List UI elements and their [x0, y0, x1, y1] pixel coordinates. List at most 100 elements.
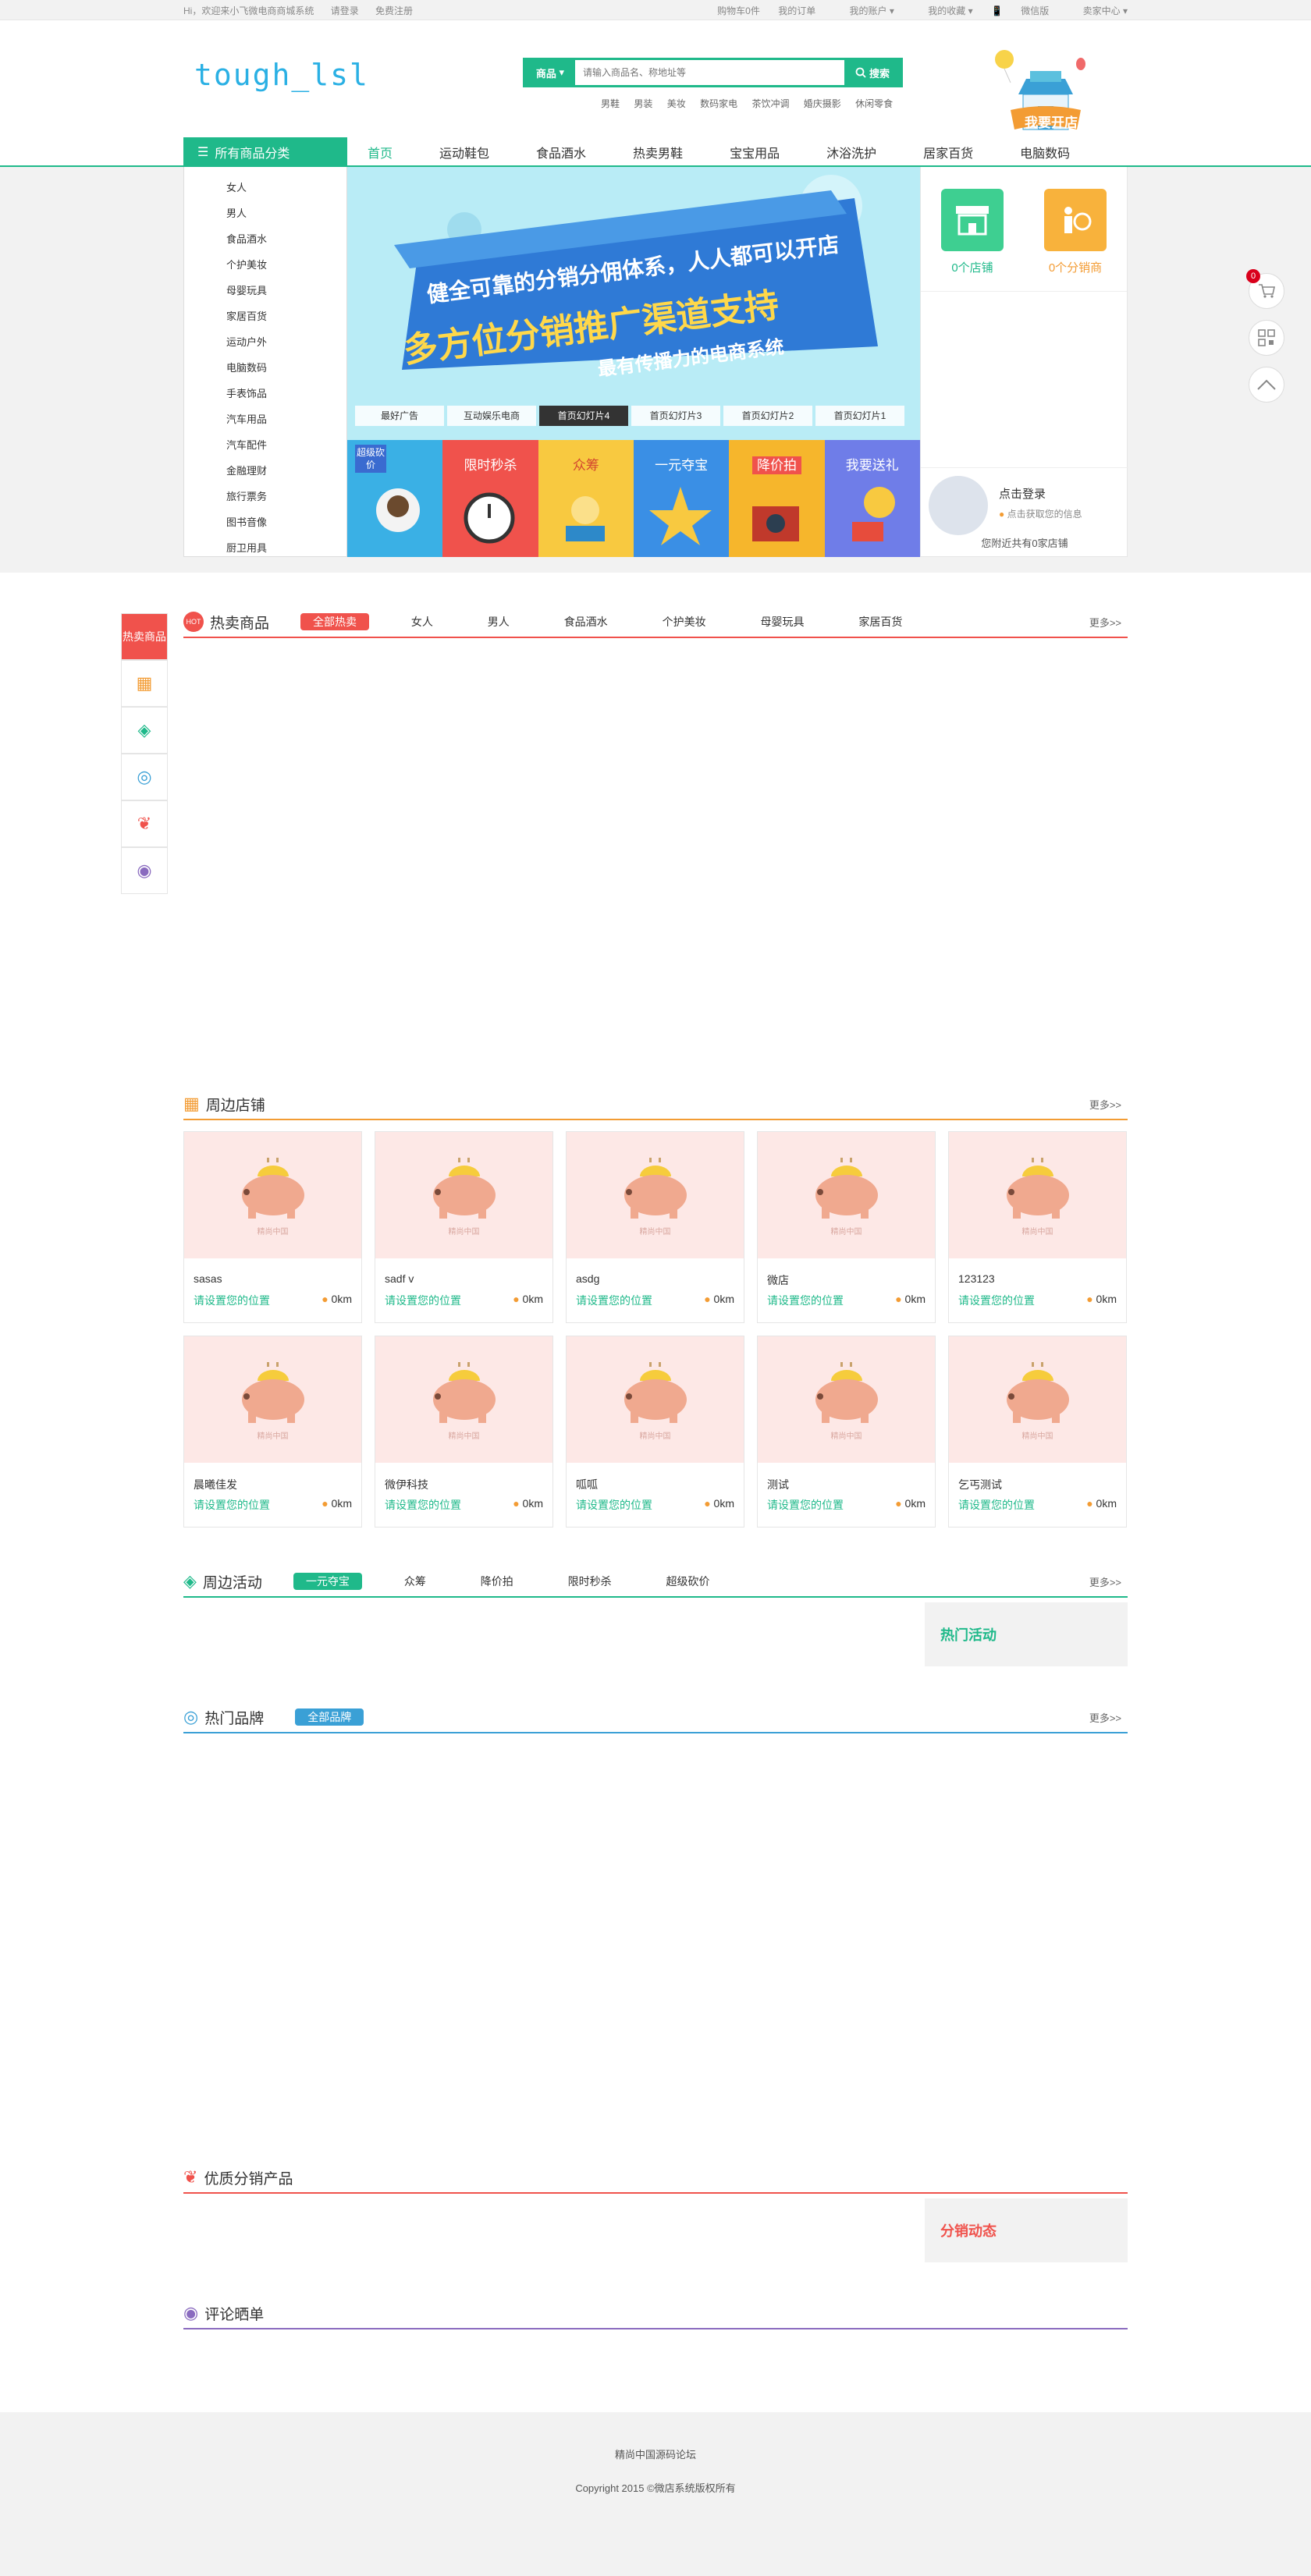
tab[interactable]: 个护美妆	[650, 613, 719, 630]
floor-activity[interactable]: ◈	[121, 707, 168, 754]
store-card[interactable]: 精尚中国 123123 请设置您的位置 ● 0km	[948, 1131, 1127, 1323]
tab-all-hot[interactable]: 全部热卖	[300, 613, 370, 630]
floor-brands[interactable]: ◎	[121, 754, 168, 800]
store-location[interactable]: 请设置您的位置	[576, 1497, 652, 1513]
category-item[interactable]: 家居百货	[184, 303, 346, 329]
hotword[interactable]: 茶饮冲调	[751, 98, 789, 109]
store-location[interactable]: 请设置您的位置	[194, 1497, 270, 1513]
promo-price-drop[interactable]: 降价拍	[729, 440, 825, 557]
tab-all-brands[interactable]: 全部品牌	[295, 1708, 364, 1726]
hotword[interactable]: 美妆	[667, 98, 686, 109]
site-logo[interactable]: tough_lsl	[194, 58, 369, 92]
store-location[interactable]: 请设置您的位置	[767, 1497, 844, 1513]
category-item[interactable]: 旅行票务	[184, 484, 346, 509]
store-card[interactable]: 精尚中国 微伊科技 请设置您的位置 ● 0km	[375, 1336, 553, 1528]
nav-link[interactable]: 热卖男鞋	[633, 143, 683, 161]
more-link[interactable]: 更多>>	[1089, 615, 1121, 630]
category-item[interactable]: 图书音像	[184, 509, 346, 535]
promo-lottery[interactable]: 一元夺宝	[633, 440, 730, 557]
footer-forum-link[interactable]: 精尚中国源码论坛	[0, 2412, 1311, 2461]
cart-float-button[interactable]: 0	[1246, 269, 1284, 309]
store-card[interactable]: 精尚中国 微店 请设置您的位置 ● 0km	[757, 1131, 936, 1323]
floor-distribution[interactable]: ❦	[121, 800, 168, 847]
floor-hot[interactable]: 热卖商品	[121, 613, 168, 660]
distribution-news-box[interactable]: 分销动态	[925, 2198, 1128, 2262]
hotword[interactable]: 男鞋	[601, 98, 620, 109]
nav-link[interactable]: 食品酒水	[536, 143, 586, 161]
store-count[interactable]: 0个店铺	[941, 189, 1004, 291]
tab[interactable]: 母婴玩具	[748, 613, 816, 630]
promo-bargain[interactable]: 超级砍价	[347, 440, 443, 557]
store-card[interactable]: 精尚中国 sasas 请设置您的位置 ● 0km	[183, 1131, 362, 1323]
nav-link[interactable]: 居家百货	[923, 143, 973, 161]
distributor-count[interactable]: 0个分销商	[1044, 189, 1107, 291]
avatar[interactable]	[929, 476, 988, 535]
promo-flashsale[interactable]: 限时秒杀	[442, 440, 538, 557]
back-to-top-button[interactable]	[1249, 367, 1284, 403]
hotword[interactable]: 休闲零食	[855, 98, 893, 109]
nav-link[interactable]: 运动鞋包	[439, 143, 489, 161]
hero-banner[interactable]: 健全可靠的分销分佣体系，人人都可以开店 多方位分销推广渠道支持 最有传播力的电商…	[347, 167, 920, 440]
category-item[interactable]: 汽车用品	[184, 406, 346, 432]
login-info[interactable]: ● 点击获取您的信息	[999, 507, 1082, 520]
category-item[interactable]: 男人	[184, 200, 346, 226]
tab[interactable]: 降价拍	[468, 1573, 526, 1590]
category-item[interactable]: 食品酒水	[184, 226, 346, 252]
category-item[interactable]: 手表饰品	[184, 381, 346, 406]
register-link[interactable]: 免费注册	[375, 5, 413, 16]
category-item[interactable]: 个护美妆	[184, 252, 346, 278]
store-location[interactable]: 请设置您的位置	[385, 1293, 461, 1308]
login-link[interactable]: 请登录	[331, 5, 359, 16]
tab[interactable]: 女人	[399, 613, 446, 630]
search-button[interactable]: 搜索	[844, 60, 901, 85]
store-location[interactable]: 请设置您的位置	[958, 1293, 1035, 1308]
more-link[interactable]: 更多>>	[1089, 1710, 1121, 1725]
qrcode-float-button[interactable]	[1249, 320, 1284, 356]
store-location[interactable]: 请设置您的位置	[958, 1497, 1035, 1513]
seller-center-menu[interactable]: 卖家中心 ▾	[1068, 5, 1128, 16]
store-location[interactable]: 请设置您的位置	[194, 1293, 270, 1308]
banner-tab[interactable]: 互动娱乐电商	[447, 406, 536, 426]
cart-link[interactable]: 购物车0件	[717, 5, 760, 16]
store-card[interactable]: 精尚中国 乞丐测试 请设置您的位置 ● 0km	[948, 1336, 1127, 1528]
banner-tab[interactable]: 最好广告	[355, 406, 444, 426]
floor-stores[interactable]: ▦	[121, 660, 168, 707]
hotword[interactable]: 男装	[634, 98, 652, 109]
hot-activity-box[interactable]: 热门活动	[925, 1602, 1128, 1666]
hotword[interactable]: 数码家电	[700, 98, 737, 109]
banner-tab[interactable]: 首页幻灯片3	[631, 406, 720, 426]
tab[interactable]: 食品酒水	[552, 613, 620, 630]
store-card[interactable]: 精尚中国 呱呱 请设置您的位置 ● 0km	[566, 1336, 744, 1528]
store-card[interactable]: 精尚中国 asdg 请设置您的位置 ● 0km	[566, 1131, 744, 1323]
favorites-menu[interactable]: 我的收藏 ▾	[912, 5, 972, 16]
store-location[interactable]: 请设置您的位置	[385, 1497, 461, 1513]
login-title[interactable]: 点击登录	[999, 485, 1046, 502]
more-link[interactable]: 更多>>	[1089, 1574, 1121, 1589]
banner-tab[interactable]: 首页幻灯片1	[815, 406, 904, 426]
tab-active[interactable]: 一元夺宝	[293, 1573, 362, 1590]
tab[interactable]: 家居百货	[846, 613, 915, 630]
category-item[interactable]: 运动户外	[184, 329, 346, 355]
mobile-link[interactable]: 📱 微信版	[991, 5, 1049, 16]
all-categories-button[interactable]: ☰ 所有商品分类	[183, 137, 347, 167]
tab[interactable]: 超级砍价	[654, 1573, 723, 1590]
nav-link[interactable]: 沐浴洗护	[826, 143, 876, 161]
hotword[interactable]: 婚庆摄影	[804, 98, 841, 109]
search-input[interactable]	[575, 60, 844, 85]
banner-tab[interactable]: 首页幻灯片2	[723, 406, 812, 426]
account-menu[interactable]: 我的账户 ▾	[834, 5, 894, 16]
floor-reviews[interactable]: ◉	[121, 847, 168, 894]
banner-tab-active[interactable]: 首页幻灯片4	[539, 406, 628, 426]
search-category-select[interactable]: 商品 ▾	[525, 60, 575, 85]
tab[interactable]: 男人	[475, 613, 522, 630]
category-item[interactable]: 母婴玩具	[184, 278, 346, 303]
orders-link[interactable]: 我的订单	[778, 5, 815, 16]
store-card[interactable]: 精尚中国 测试 请设置您的位置 ● 0km	[757, 1336, 936, 1528]
nav-home[interactable]: 首页	[368, 143, 393, 161]
store-location[interactable]: 请设置您的位置	[576, 1293, 652, 1308]
store-location[interactable]: 请设置您的位置	[767, 1293, 844, 1308]
promo-crowdfunding[interactable]: 众筹	[538, 440, 634, 557]
store-card[interactable]: 精尚中国 sadf v 请设置您的位置 ● 0km	[375, 1131, 553, 1323]
nav-link[interactable]: 电脑数码	[1020, 143, 1070, 161]
promo-gift[interactable]: 我要送礼	[824, 440, 920, 557]
